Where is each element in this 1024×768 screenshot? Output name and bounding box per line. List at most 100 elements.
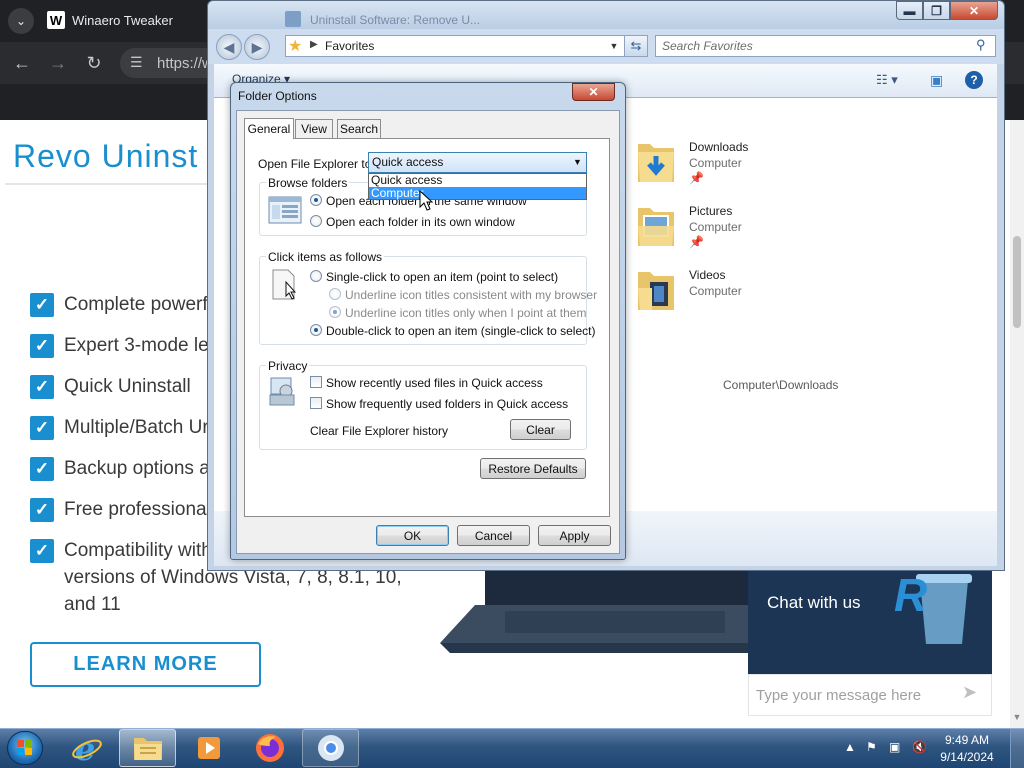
breadcrumb[interactable]: Favorites	[325, 39, 374, 53]
downloads-folder-icon[interactable]	[636, 138, 676, 186]
restore-defaults-button[interactable]: Restore Defaults	[480, 458, 586, 479]
scroll-down-arrow-icon[interactable]: ▼	[1010, 710, 1024, 724]
minimize-button[interactable]: ▬	[896, 1, 923, 20]
checkbox-label[interactable]: Show frequently used folders in Quick ac…	[326, 397, 568, 411]
favorite-location: Computer	[689, 156, 742, 170]
url-text[interactable]: https://w	[157, 55, 213, 72]
maximize-button[interactable]: ❐	[923, 1, 950, 20]
reload-icon[interactable]: ↻	[83, 52, 105, 74]
radio-label[interactable]: Double-click to open an item (single-cli…	[326, 324, 595, 338]
breadcrumb-arrow-icon[interactable]: ▶	[310, 39, 318, 50]
clock-time[interactable]: 9:49 AM	[930, 733, 1004, 747]
click-illustration-icon	[270, 268, 298, 302]
pin-icon: 📌	[689, 171, 704, 185]
radio-label[interactable]: Open each folder in its own window	[326, 215, 515, 229]
network-icon[interactable]: ▣	[889, 740, 900, 754]
dialog-title[interactable]: Folder Options	[238, 89, 317, 103]
clock-date[interactable]: 9/14/2024	[930, 750, 1004, 764]
group-title: Privacy	[266, 359, 310, 373]
radio-same-window[interactable]	[310, 194, 322, 206]
change-view-icon[interactable]: ☷ ▾	[876, 72, 898, 88]
checkmark-icon: ✓	[30, 375, 54, 399]
firefox-icon[interactable]	[241, 729, 298, 767]
dialog-close-button[interactable]: ✕	[572, 83, 615, 101]
close-button[interactable]: ✕	[950, 1, 998, 20]
page-scrollbar[interactable]	[1010, 120, 1024, 728]
radio-label[interactable]: Single-click to open an item (point to s…	[326, 270, 558, 284]
explorer-ghost-title: Uninstall Software: Remove U...	[310, 13, 481, 27]
volume-muted-icon[interactable]: 🔇	[912, 740, 927, 754]
action-center-flag-icon[interactable]: ⚑	[866, 740, 877, 754]
checkbox-label[interactable]: Show recently used files in Quick access	[326, 376, 543, 390]
feature-text: Complete powerf	[64, 294, 208, 315]
favorites-star-icon: ★	[288, 38, 303, 55]
checkmark-icon: ✓	[30, 416, 54, 440]
radio-double-click[interactable]	[310, 324, 322, 336]
help-icon[interactable]: ?	[965, 71, 983, 89]
refresh-icon[interactable]: ⇆	[624, 35, 648, 57]
browser-page-icon	[285, 11, 301, 27]
laptop-image	[440, 565, 775, 653]
radio-own-window[interactable]	[310, 215, 322, 227]
status-path: Computer\Downloads	[723, 378, 839, 392]
show-desktop-button[interactable]	[1010, 729, 1024, 768]
group-title: Click items as follows	[266, 250, 385, 264]
file-explorer-icon[interactable]	[119, 729, 176, 767]
favorite-name[interactable]: Videos	[689, 268, 725, 282]
group-title: Browse folders	[266, 176, 350, 190]
explorer-forward-icon[interactable]: ▶	[244, 34, 270, 60]
back-icon[interactable]: ←	[11, 52, 33, 74]
tune-icon[interactable]: ☰	[130, 54, 143, 71]
checkmark-icon: ✓	[30, 457, 54, 481]
clear-button[interactable]: Clear	[510, 419, 571, 440]
pictures-folder-icon[interactable]	[636, 202, 676, 250]
windows-logo-icon	[17, 740, 32, 755]
ok-button[interactable]: OK	[376, 525, 449, 546]
revo-logo[interactable]: Revo Uninst	[13, 138, 198, 175]
send-icon[interactable]: ➤	[962, 682, 977, 703]
page-scrollbar-thumb[interactable]	[1013, 236, 1021, 328]
chevron-down-icon[interactable]: ⌄	[8, 8, 34, 34]
forward-icon[interactable]: →	[47, 52, 69, 74]
browser-tab-title[interactable]: Winaero Tweaker	[72, 13, 173, 28]
combobox-value[interactable]: Quick access	[372, 155, 443, 169]
tab-general[interactable]: General	[244, 118, 294, 139]
search-icon[interactable]: ⚲	[976, 37, 986, 53]
tab-view[interactable]: View	[295, 119, 333, 138]
feature-text: Backup options a	[64, 458, 210, 479]
media-player-icon[interactable]	[180, 729, 237, 767]
explorer-back-icon[interactable]: ◀	[216, 34, 242, 60]
checkbox-frequent-folders[interactable]	[310, 397, 322, 409]
start-button[interactable]	[7, 731, 43, 765]
feature-text: Multiple/Batch Ur	[64, 417, 209, 438]
pin-icon: 📌	[689, 235, 704, 249]
apply-button[interactable]: Apply	[538, 525, 611, 546]
cancel-button[interactable]: Cancel	[457, 525, 530, 546]
show-hidden-icons[interactable]: ▲	[844, 740, 856, 754]
checkmark-icon: ✓	[30, 539, 54, 563]
tab-search[interactable]: Search	[337, 119, 381, 138]
logo-divider	[5, 183, 215, 185]
favorite-name[interactable]: Downloads	[689, 140, 748, 154]
mouse-cursor-icon	[419, 190, 434, 211]
feature-text: Expert 3-mode le	[64, 335, 209, 356]
window-illustration-icon	[268, 196, 302, 224]
clear-history-label: Clear File Explorer history	[310, 424, 449, 438]
dropdown-option-computer[interactable]: Computer	[369, 187, 586, 199]
learn-more-button[interactable]: LEARN MORE	[30, 642, 261, 687]
chrome-icon[interactable]	[302, 729, 359, 767]
chevron-down-icon[interactable]: ▼	[573, 157, 582, 167]
favorite-name[interactable]: Pictures	[689, 204, 732, 218]
internet-explorer-icon[interactable]: e	[58, 729, 115, 767]
feature-text: Quick Uninstall	[64, 376, 191, 397]
checkmark-icon: ✓	[30, 498, 54, 522]
address-dropdown-icon[interactable]: ▼	[607, 38, 621, 54]
radio-single-click[interactable]	[310, 270, 322, 282]
preview-pane-icon[interactable]: ▣	[930, 72, 943, 89]
chat-title[interactable]: Chat with us	[767, 593, 861, 613]
checkbox-recent-files[interactable]	[310, 376, 322, 388]
search-input[interactable]	[662, 39, 962, 53]
videos-folder-icon[interactable]	[636, 266, 676, 314]
privacy-illustration-icon	[268, 375, 298, 409]
chat-message-input[interactable]	[756, 684, 956, 706]
